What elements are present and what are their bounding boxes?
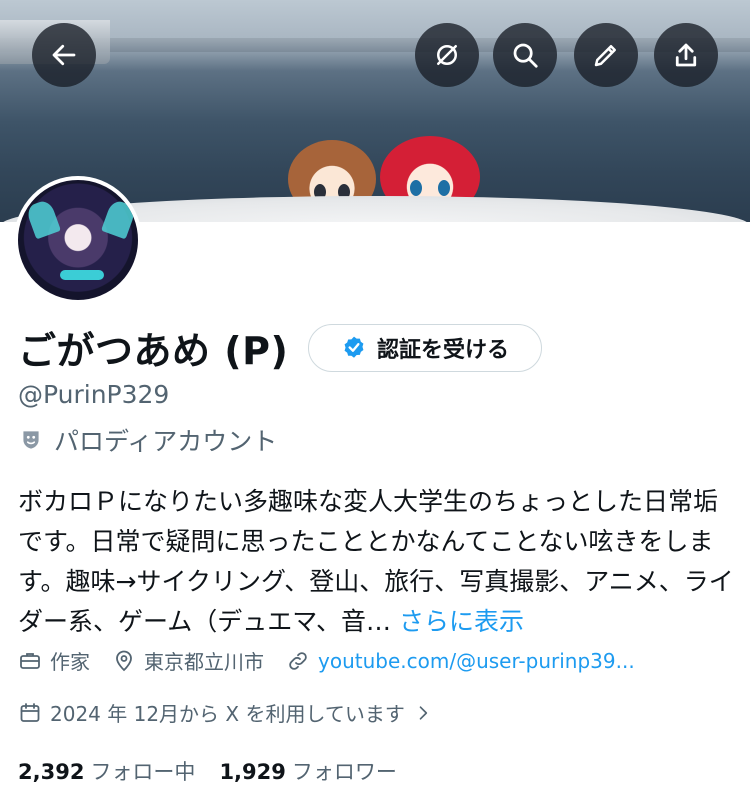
show-more-link[interactable]: さらに表示 — [399, 607, 524, 636]
followers-count: 1,929 — [219, 760, 286, 784]
following-label: フォロー中 — [90, 760, 196, 784]
location-pin-icon — [116, 650, 132, 671]
search-icon — [513, 43, 538, 68]
avatar-collar — [60, 270, 104, 280]
joined-row[interactable]: 2024 年 12月から X を利用しています — [18, 698, 433, 727]
location-text: 東京都立川市 — [144, 650, 264, 674]
profile-bio: ボカロＰになりたい多趣味な変人大学生のちょっとした日常垢です。日常で疑問に思った… — [18, 482, 738, 642]
user-handle: @PurinP329 — [18, 380, 170, 409]
followers-label: フォロワー — [291, 760, 397, 784]
arrow-left-icon — [52, 44, 76, 66]
get-verified-label: 認証を受ける — [376, 338, 509, 363]
parody-label-text: パロディアカウント — [54, 427, 278, 456]
profile-meta-row: 作家 東京都立川市 youtube.com/@user-purinp39... — [18, 646, 657, 675]
mute-button[interactable] — [415, 23, 479, 87]
search-button[interactable] — [493, 23, 557, 87]
bio-text: ボカロＰになりたい多趣味な変人大学生のちょっとした日常垢です。日常で疑問に思った… — [18, 487, 734, 636]
parody-account-label[interactable]: パロディアカウント — [18, 422, 277, 458]
following-count: 2,392 — [18, 760, 85, 784]
share-icon — [675, 43, 697, 67]
website-item[interactable]: youtube.com/@user-purinp39... — [286, 649, 635, 673]
share-button[interactable] — [654, 23, 718, 87]
display-name: ごがつあめ (P) — [18, 329, 289, 373]
calendar-icon — [20, 702, 40, 722]
avatar-ear-left — [24, 198, 62, 240]
get-verified-button[interactable]: 認証を受ける — [308, 324, 542, 372]
theater-mask-icon — [23, 431, 39, 449]
link-icon — [289, 651, 307, 670]
followers-link[interactable]: 1,929 フォロワー — [219, 756, 420, 786]
avatar-ear-right — [100, 198, 138, 240]
edit-button[interactable] — [574, 23, 638, 87]
back-button[interactable] — [32, 23, 96, 87]
pencil-icon — [594, 45, 616, 67]
website-link[interactable]: youtube.com/@user-purinp39... — [318, 649, 635, 673]
chevron-right-icon — [419, 705, 428, 720]
briefcase-icon — [20, 652, 40, 669]
following-link[interactable]: 2,392 フォロー中 — [18, 756, 219, 786]
slash-circle-icon — [437, 45, 457, 65]
joined-text: 2024 年 12月から X を利用しています — [50, 702, 405, 726]
follow-stats: 2,392 フォロー中 1,929 フォロワー — [18, 756, 421, 786]
profession-text: 作家 — [50, 650, 90, 674]
verified-badge-icon — [344, 336, 364, 358]
location-item: 東京都立川市 — [112, 646, 264, 675]
avatar[interactable] — [14, 176, 142, 304]
profession-item: 作家 — [18, 646, 90, 675]
